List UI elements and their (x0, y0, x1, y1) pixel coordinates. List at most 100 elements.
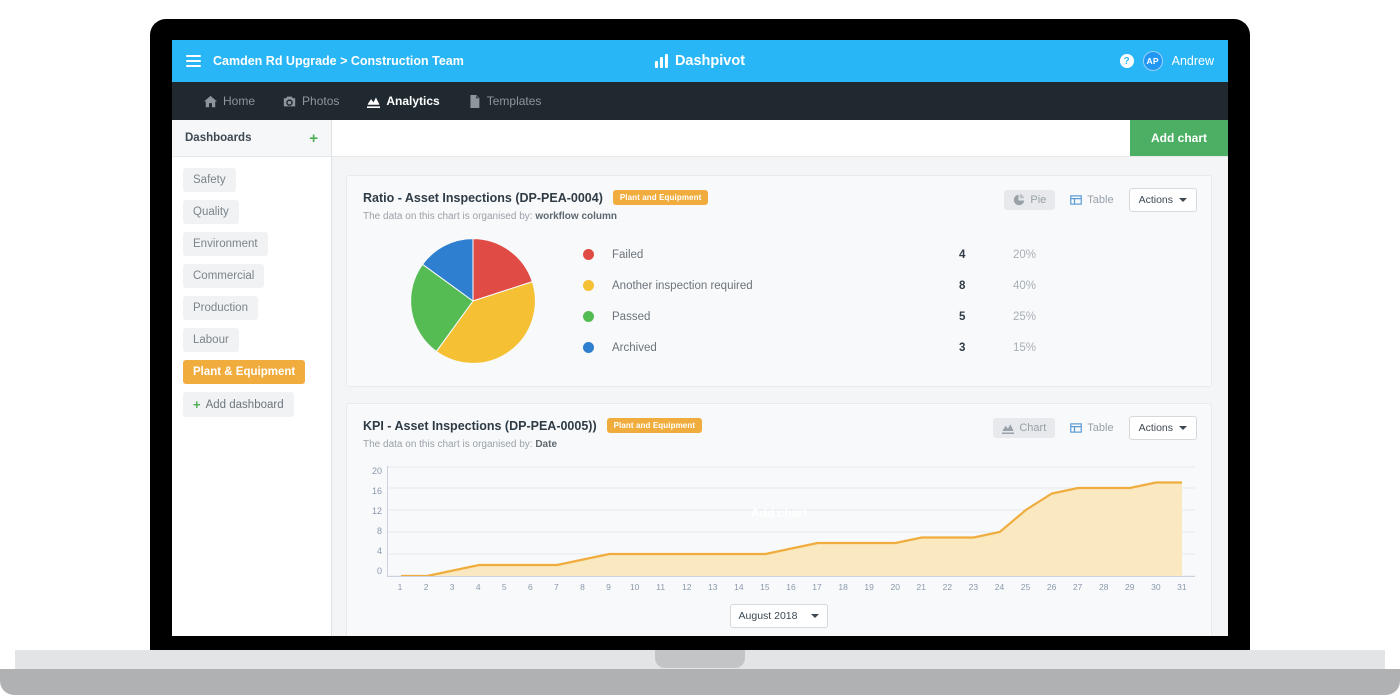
add-dashboard-button[interactable]: + Add dashboard (183, 392, 294, 417)
sidebar-header: Dashboards + (172, 120, 331, 157)
month-selector-row: August 2018 (363, 604, 1195, 628)
kpi-chart-body: Add chart 20 16 12 8 4 0 1 2 3 4 5 6 7 8… (363, 466, 1195, 628)
sidebar-item-environment[interactable]: Environment (183, 232, 268, 256)
x-tick-label: 22 (942, 582, 953, 592)
actions-label: Actions (1138, 194, 1173, 206)
x-tick-label: 11 (656, 582, 666, 592)
card-title: Ratio - Asset Inspections (DP-PEA-0004) (363, 190, 603, 205)
card-toolbar: Chart Table Actions (993, 416, 1197, 440)
pie-view-label: Pie (1030, 194, 1047, 206)
x-tick-label: 3 (449, 582, 455, 592)
brand-name: Dashpivot (674, 53, 746, 69)
x-tick-label: 15 (760, 582, 770, 592)
legend-count: 3 (959, 341, 966, 354)
card-subtitle: The data on this chart is organised by: … (363, 439, 1195, 450)
camera-icon (283, 95, 296, 108)
list-item[interactable]: Another inspection required 8 40% (583, 270, 1063, 301)
chart-view-button[interactable]: Chart (993, 418, 1056, 438)
chevron-down-icon (1179, 426, 1187, 430)
nav-item-home[interactable]: Home (190, 82, 269, 120)
add-chart-button[interactable]: Add chart (1130, 120, 1228, 156)
card-title: KPI - Asset Inspections (DP-PEA-0005)) (363, 418, 597, 433)
bar-chart-icon (654, 54, 668, 68)
x-tick-label: 21 (916, 582, 927, 592)
card-subtitle-value: workflow column (535, 211, 617, 222)
x-tick-label: 17 (812, 582, 822, 592)
x-tick-label: 5 (501, 582, 507, 592)
nav-label-analytics: Analytics (386, 94, 440, 108)
x-tick-label: 25 (1020, 582, 1031, 592)
legend-label: Archived (612, 341, 657, 354)
pie-view-button[interactable]: Pie (1004, 190, 1056, 210)
legend-swatch-another-inspection-required (583, 280, 594, 291)
legend-count: 4 (959, 248, 966, 261)
actions-button[interactable]: Actions (1128, 188, 1197, 212)
x-axis: 1 2 3 4 5 6 7 8 9 10 11 12 13 14 15 16 17 18 19 20 21 22 23 24 2… (387, 576, 1195, 592)
y-tick-label: 12 (371, 506, 382, 516)
nav-item-analytics[interactable]: Analytics (353, 82, 453, 120)
app-topbar: Camden Rd Upgrade > Construction Team Da… (172, 40, 1228, 82)
sidebar-item-safety[interactable]: Safety (183, 168, 236, 192)
card-toolbar: Pie Table Actions (1004, 188, 1197, 212)
card-subtitle: The data on this chart is organised by: … (363, 211, 1195, 222)
home-icon (204, 95, 217, 108)
sidebar: Dashboards + Safety Quality Environment … (172, 120, 332, 636)
nav-item-templates[interactable]: Templates (454, 82, 556, 120)
table-icon (1070, 194, 1083, 206)
x-tick-label: 7 (554, 582, 559, 592)
x-tick-label: 9 (606, 582, 611, 592)
sidebar-item-production[interactable]: Production (183, 296, 258, 320)
table-view-label: Table (1087, 194, 1114, 206)
sidebar-item-quality[interactable]: Quality (183, 200, 239, 224)
chevron-down-icon (1179, 198, 1187, 202)
avatar[interactable]: AP (1142, 51, 1163, 71)
chart-view-label: Chart (1019, 422, 1047, 434)
x-tick-label: 24 (994, 582, 1005, 592)
laptop-mockup: Camden Rd Upgrade > Construction Team Da… (0, 0, 1400, 700)
x-tick-label: 26 (1046, 582, 1057, 592)
area-chart-svg (388, 466, 1195, 576)
legend-percent: 25% (1013, 310, 1037, 323)
brand-logo: Dashpivot (654, 53, 746, 69)
card-subtitle-prefix: The data on this chart is organised by: (363, 211, 533, 222)
legend-label: Failed (612, 248, 644, 261)
pie-icon (1013, 194, 1025, 206)
laptop-notch (655, 650, 745, 668)
y-tick-label: 0 (376, 566, 382, 576)
actions-button[interactable]: Actions (1128, 416, 1197, 440)
analytics-icon (367, 95, 381, 108)
x-tick-label: 13 (708, 582, 718, 592)
document-icon (468, 94, 481, 108)
laptop-foot (0, 669, 1400, 695)
sidebar-item-plant-equipment[interactable]: Plant & Equipment (183, 360, 306, 384)
hamburger-icon[interactable] (186, 52, 201, 70)
x-tick-label: 30 (1151, 582, 1161, 592)
month-selector[interactable]: August 2018 (729, 604, 829, 628)
list-item[interactable]: Failed 4 20% (583, 239, 1063, 270)
table-view-button[interactable]: Table (1061, 418, 1122, 438)
card-ratio-asset-inspections: Ratio - Asset Inspections (DP-PEA-0004) … (346, 175, 1212, 387)
pie-chart (363, 236, 583, 366)
legend-label: Another inspection required (612, 279, 753, 292)
legend-swatch-archived (583, 342, 594, 353)
pie-chart-row: Failed 4 20% Another inspection required… (363, 222, 1195, 374)
content-panel: Add chart Ratio - Asset Inspections (DP-… (332, 120, 1228, 636)
x-tick-label: 10 (629, 582, 640, 592)
x-tick-label: 12 (681, 582, 692, 592)
table-view-button[interactable]: Table (1061, 190, 1122, 210)
x-tick-label: 31 (1177, 582, 1187, 592)
x-tick-label: 2 (423, 582, 429, 592)
nav-item-photos[interactable]: Photos (269, 82, 353, 120)
list-item[interactable]: Passed 5 25% (583, 301, 1063, 332)
breadcrumb[interactable]: Camden Rd Upgrade > Construction Team (213, 54, 464, 68)
sidebar-item-labour[interactable]: Labour (183, 328, 239, 352)
pie-svg (410, 238, 536, 364)
x-tick-label: 27 (1072, 582, 1083, 592)
legend-percent: 15% (1013, 341, 1037, 354)
list-item[interactable]: Archived 3 15% (583, 332, 1063, 363)
help-icon[interactable]: ? (1119, 54, 1134, 68)
legend-percent: 20% (1013, 248, 1037, 261)
user-name[interactable]: Andrew (1172, 54, 1214, 68)
sidebar-item-commercial[interactable]: Commercial (183, 264, 265, 288)
add-dashboard-plus-icon[interactable]: + (309, 131, 318, 146)
